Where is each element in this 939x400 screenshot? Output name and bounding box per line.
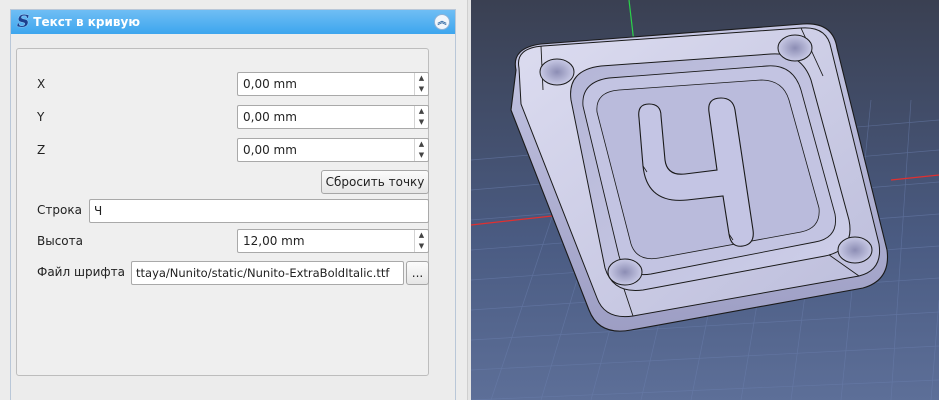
- corner-hole: [539, 58, 575, 86]
- height-label: Высота: [37, 234, 83, 248]
- spin-down-icon[interactable]: ▼: [415, 84, 428, 95]
- taskbox-title: Текст в кривую: [33, 15, 140, 29]
- spin-up-icon[interactable]: ▲: [415, 73, 428, 84]
- spin-up-icon[interactable]: ▲: [415, 230, 428, 241]
- font-file-label: Файл шрифта: [37, 265, 125, 279]
- spin-up-icon[interactable]: ▲: [415, 106, 428, 117]
- spin-down-icon[interactable]: ▼: [415, 241, 428, 252]
- y-value[interactable]: 0,00 mm: [238, 106, 414, 128]
- reset-point-button[interactable]: Сбросить точку: [321, 170, 429, 194]
- task-panel: S Текст в кривую ︽ X 0,00 mm ▲ ▼ Y 0,00 …: [0, 0, 467, 400]
- 3d-viewport[interactable]: [471, 0, 939, 400]
- corner-hole: [777, 34, 813, 62]
- height-value[interactable]: 12,00 mm: [238, 230, 414, 252]
- spin-down-icon[interactable]: ▼: [415, 150, 428, 161]
- x-spinbox[interactable]: 0,00 mm ▲ ▼: [237, 72, 429, 96]
- sketcher-logo-icon: S: [17, 12, 30, 32]
- corner-hole: [607, 258, 643, 286]
- y-label: Y: [37, 110, 45, 124]
- y-spinbox[interactable]: 0,00 mm ▲ ▼: [237, 105, 429, 129]
- z-label: Z: [37, 143, 46, 157]
- 3d-model[interactable]: [510, 23, 889, 332]
- z-value[interactable]: 0,00 mm: [238, 139, 414, 161]
- font-file-input[interactable]: ttaya/Nunito/static/Nunito-ExtraBoldItal…: [131, 261, 404, 285]
- x-label: X: [37, 77, 46, 91]
- browse-font-button[interactable]: ...: [406, 261, 429, 285]
- height-spinbox[interactable]: 12,00 mm ▲ ▼: [237, 229, 429, 253]
- 3d-scene[interactable]: [471, 0, 939, 400]
- spin-down-icon[interactable]: ▼: [415, 117, 428, 128]
- double-chevron-up-icon[interactable]: ︽: [434, 14, 450, 30]
- corner-hole: [837, 236, 873, 264]
- spin-up-icon[interactable]: ▲: [415, 139, 428, 150]
- string-input[interactable]: Ч: [89, 199, 429, 223]
- taskbox-header[interactable]: S Текст в кривую ︽: [11, 10, 455, 34]
- x-value[interactable]: 0,00 mm: [238, 73, 414, 95]
- string-label: Строка: [37, 203, 82, 217]
- z-spinbox[interactable]: 0,00 mm ▲ ▼: [237, 138, 429, 162]
